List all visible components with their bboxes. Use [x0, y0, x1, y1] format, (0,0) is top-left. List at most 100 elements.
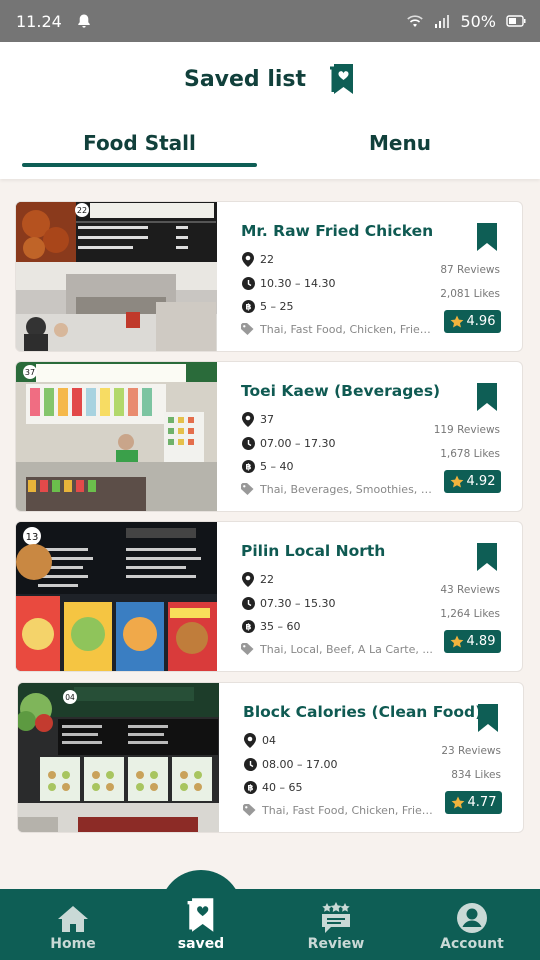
nav-saved[interactable]: saved [160, 870, 242, 960]
hours-row: 10.30 – 14.30 [241, 276, 335, 290]
tags-row: Thai, Beverages, Smoothies, Fruit, ... [241, 482, 436, 496]
tab-food-stall[interactable]: Food Stall [22, 128, 257, 168]
opening-hours: 10.30 – 14.30 [260, 276, 336, 290]
stall-tags: Thai, Local, Beef, A La Carte, ... [260, 642, 433, 656]
tag-icon [241, 322, 255, 336]
review-count: 43 Reviews [440, 584, 500, 596]
stall-tags: Thai, Fast Food, Chicken, Fried ... [262, 803, 438, 817]
stall-number: 22 [260, 252, 274, 266]
opening-hours: 08.00 – 17.00 [262, 757, 338, 771]
price-row: ฿ 35 – 60 [241, 619, 301, 633]
review-count: 87 Reviews [440, 264, 500, 276]
stall-card[interactable]: 22 Mr. Raw Fried Chicken 22 10.30 – 14.3… [15, 201, 523, 352]
like-count: 1,264 Likes [440, 608, 500, 620]
price-range: 35 – 60 [260, 619, 301, 633]
home-icon [56, 904, 90, 934]
stall-number: 04 [262, 733, 276, 747]
svg-text:฿: ฿ [245, 462, 251, 472]
tags-row: Thai, Local, Beef, A La Carte, ... [241, 642, 436, 656]
star-icon [450, 475, 463, 488]
stall-photo: 04 [18, 683, 219, 832]
review-count: 23 Reviews [441, 745, 501, 757]
signal-icon [434, 14, 450, 28]
tag-icon [243, 803, 257, 817]
bookmark-icon[interactable] [476, 382, 498, 412]
star-icon [450, 315, 463, 328]
opening-hours: 07.30 – 15.30 [260, 596, 336, 610]
stall-number: 22 [260, 572, 274, 586]
stall-name[interactable]: Pilin Local North [241, 542, 385, 560]
page-title: Saved list [183, 66, 307, 92]
star-icon [451, 796, 464, 809]
rating-badge: 4.77 [445, 791, 502, 814]
battery-percent: 50% [460, 11, 496, 31]
review-stars-icon [319, 902, 353, 934]
baht-icon: ฿ [241, 459, 255, 473]
stall-number-row: 22 [241, 251, 274, 267]
tags-row: Thai, Fast Food, Chicken, Fried ... [243, 803, 438, 817]
account-icon [456, 902, 488, 934]
stall-photo: 22 [16, 202, 217, 351]
clock-icon [241, 436, 255, 450]
active-tab-indicator [22, 163, 257, 167]
nav-home[interactable]: Home [33, 889, 113, 960]
stall-info: Block Calories (Clean Food) 04 08.00 – 1… [219, 683, 523, 832]
photo-sign-number: 37 [25, 368, 35, 377]
nav-review-label: Review [307, 936, 365, 952]
bookmark-icon[interactable] [476, 222, 498, 252]
rating-badge: 4.92 [444, 470, 501, 493]
nav-review[interactable]: Review [296, 889, 376, 960]
svg-text:฿: ฿ [247, 783, 253, 793]
nav-saved-label: saved [177, 936, 225, 952]
stall-tags: Thai, Beverages, Smoothies, Fruit, ... [260, 482, 436, 496]
stall-photo: 13 [16, 522, 217, 671]
nav-account[interactable]: Account [432, 889, 512, 960]
rating-badge: 4.89 [444, 630, 501, 653]
stall-photo: 37 [16, 362, 217, 511]
rating-value: 4.92 [466, 474, 496, 489]
rating-value: 4.77 [467, 795, 497, 810]
star-icon [450, 635, 463, 648]
stall-number: 37 [260, 412, 274, 426]
hours-row: 08.00 – 17.00 [243, 757, 337, 771]
stall-info: Toei Kaew (Beverages) 37 07.00 – 17.30 ฿… [217, 362, 522, 511]
price-range: 5 – 25 [260, 299, 294, 313]
tab-menu[interactable]: Menu [280, 128, 520, 168]
hours-row: 07.00 – 17.30 [241, 436, 335, 450]
like-count: 834 Likes [451, 769, 501, 781]
notification-bell-icon [76, 13, 92, 29]
tag-icon [241, 642, 255, 656]
svg-text:฿: ฿ [245, 302, 251, 312]
location-pin-icon [243, 732, 257, 748]
tags-row: Thai, Fast Food, Chicken, Fried ... [241, 322, 436, 336]
status-bar: 11.24 50% [0, 0, 540, 42]
price-range: 5 – 40 [260, 459, 294, 473]
stall-name[interactable]: Mr. Raw Fried Chicken [241, 222, 433, 240]
rating-value: 4.89 [466, 634, 496, 649]
price-row: ฿ 5 – 25 [241, 299, 294, 313]
stall-number-row: 37 [241, 411, 274, 427]
stall-card[interactable]: 13 Pilin Local North 22 07.30 – 15.30 ฿ … [15, 521, 523, 672]
clock-icon [241, 276, 255, 290]
price-range: 40 – 65 [262, 780, 303, 794]
nav-account-label: Account [440, 936, 504, 952]
rating-value: 4.96 [466, 314, 496, 329]
photo-sign-number: 13 [26, 532, 39, 543]
tab-bar: Food Stall Menu [0, 128, 540, 168]
baht-icon: ฿ [243, 780, 257, 794]
stall-name[interactable]: Toei Kaew (Beverages) [241, 382, 440, 400]
stall-name[interactable]: Block Calories (Clean Food) [243, 703, 482, 721]
stall-card[interactable]: 37 Toei Kaew (Beverages) 37 07.00 – 17.3… [15, 361, 523, 512]
location-pin-icon [241, 251, 255, 267]
bookmark-heart-icon [185, 896, 217, 934]
like-count: 1,678 Likes [440, 448, 500, 460]
bookmark-icon[interactable] [476, 542, 498, 572]
photo-sign-number: 04 [65, 693, 75, 702]
like-count: 2,081 Likes [440, 288, 500, 300]
photo-sign-number: 22 [77, 206, 87, 215]
stall-card[interactable]: 04 Block Calories (Clean Food) 04 08.00 … [17, 682, 524, 833]
bookmark-icon[interactable] [477, 703, 499, 733]
wifi-icon [406, 14, 424, 28]
review-count: 119 Reviews [433, 424, 500, 436]
hours-row: 07.30 – 15.30 [241, 596, 335, 610]
